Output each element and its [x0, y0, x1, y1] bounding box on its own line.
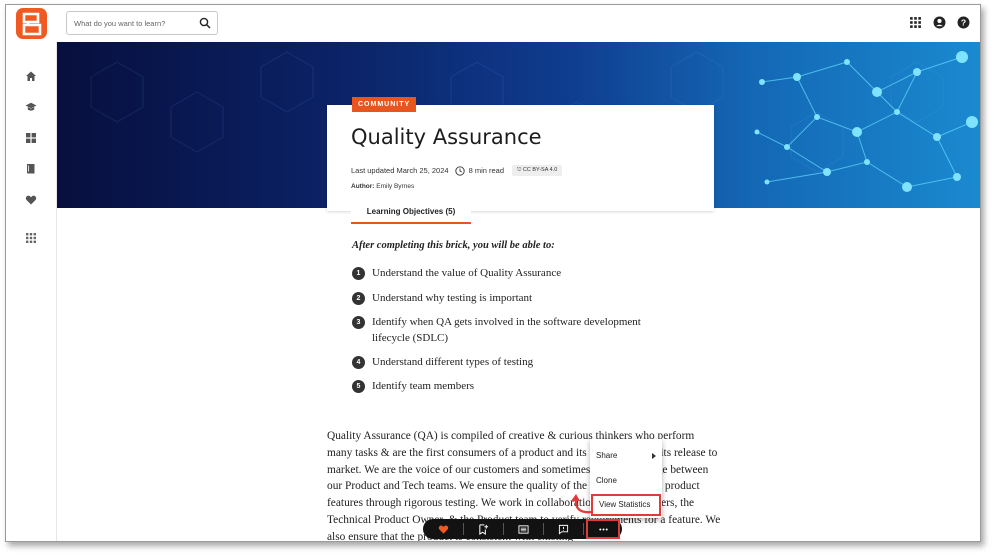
annotation-arrow-icon [571, 494, 593, 514]
account-icon[interactable] [933, 16, 946, 29]
tab-learning-objectives[interactable]: Learning Objectives (5) [351, 205, 471, 224]
objective-text: Understand why testing is important [372, 292, 533, 304]
dashboard-icon[interactable] [25, 132, 37, 144]
objective-item: 5 Identify team members [352, 379, 692, 395]
heart-icon [438, 525, 448, 534]
page-title: Quality Assurance [351, 125, 542, 149]
search-box[interactable] [66, 11, 218, 35]
objectives-intro: After completing this brick, you will be… [352, 240, 555, 251]
comments-button[interactable] [543, 519, 583, 539]
list-icon [517, 524, 529, 534]
menu-item-label: Clone [596, 476, 617, 485]
objective-text: Identify when QA gets involved in the so… [372, 316, 641, 344]
menu-item-clone[interactable]: Clone [590, 470, 662, 492]
read-time-text: 8 min read [468, 166, 505, 175]
contents-button[interactable] [503, 519, 543, 539]
brick-meta: Last updated March 25, 2024 8 min read ⎋… [351, 165, 563, 176]
brick-action-toolbar [423, 519, 622, 539]
brand-logo[interactable] [16, 8, 47, 39]
more-options-button[interactable] [586, 519, 620, 539]
objective-item: 2 Understand why testing is important [352, 291, 692, 307]
menu-item-view-statistics[interactable]: View Statistics [591, 494, 661, 516]
objective-item: 4 Understand different types of testing [352, 355, 692, 371]
author-name[interactable]: Emily Byrnes [376, 183, 414, 190]
more-icon [598, 527, 608, 531]
brick-header-card: COMMUNITY Quality Assurance Last updated… [327, 97, 714, 211]
top-bar: ? [6, 5, 980, 42]
menu-item-share[interactable]: Share [590, 445, 662, 467]
menu-item-label: Share [596, 451, 618, 460]
objective-number: 5 [352, 380, 365, 393]
home-icon[interactable] [25, 70, 37, 82]
license-text: CC BY-SA 4.0 [522, 167, 558, 173]
graduation-cap-icon[interactable] [25, 101, 37, 113]
svg-text:?: ? [961, 18, 966, 28]
objective-item: 1 Understand the value of Quality Assura… [352, 266, 692, 282]
toolbar-divider [583, 523, 584, 535]
community-badge: COMMUNITY [352, 97, 417, 112]
comment-icon [558, 524, 568, 535]
objective-number: 1 [352, 267, 365, 280]
menu-item-label: View Statistics [599, 500, 651, 509]
objective-text: Understand the value of Quality Assuranc… [372, 267, 562, 279]
last-updated-text: Last updated March 25, 2024 [351, 166, 449, 175]
clock-icon [454, 165, 465, 176]
left-nav-rail [6, 42, 57, 541]
objective-number: 2 [352, 292, 365, 305]
author-label: Author: [351, 183, 375, 190]
objective-item: 3 Identify when QA gets involved in the … [352, 315, 672, 346]
apps-grid-icon[interactable] [25, 232, 37, 244]
save-to-playlist-button[interactable] [463, 519, 503, 539]
objective-text: Understand different types of testing [372, 356, 534, 368]
chevron-right-icon [652, 453, 656, 459]
search-input[interactable] [74, 16, 194, 31]
book-icon[interactable] [25, 163, 37, 175]
app-window: ? [5, 4, 981, 542]
license-badge[interactable]: ⎋ CC BY-SA 4.0 [512, 165, 563, 176]
search-icon[interactable] [199, 17, 211, 29]
bookmark-add-icon [478, 523, 488, 535]
heart-icon[interactable] [25, 194, 37, 206]
more-options-menu: Share Clone View Statistics [590, 439, 662, 518]
help-icon[interactable]: ? [957, 16, 970, 29]
objective-number: 4 [352, 356, 365, 369]
brick-logo-icon [22, 12, 41, 35]
objective-number: 3 [352, 316, 365, 329]
objective-text: Identify team members [372, 380, 475, 392]
apps-grid-icon[interactable] [909, 16, 922, 29]
like-button[interactable] [423, 519, 463, 539]
author-line: Author: Emily Byrnes [351, 183, 414, 190]
